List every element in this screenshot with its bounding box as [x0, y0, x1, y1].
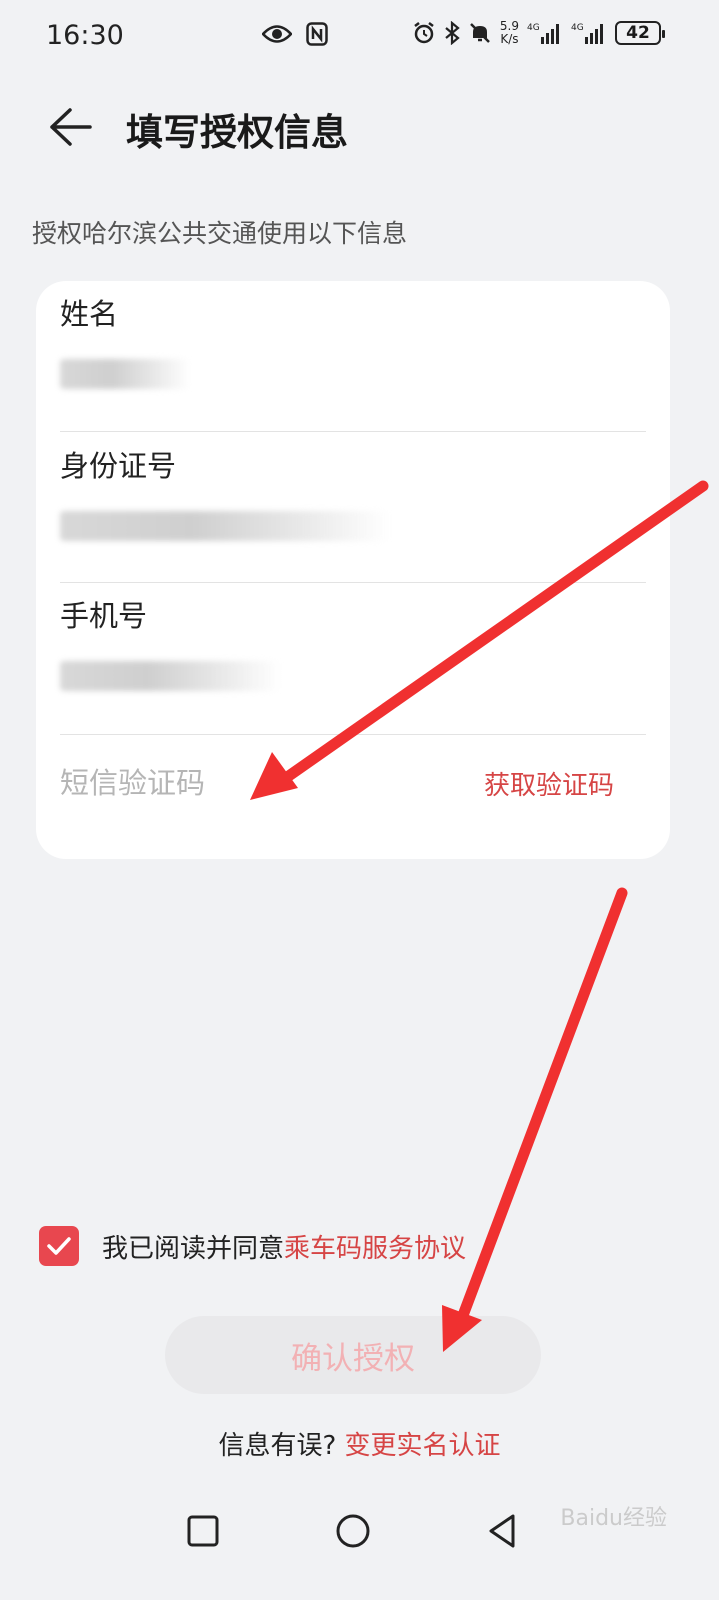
sim2-label: 4G — [571, 23, 584, 33]
header: 填写授权信息 — [0, 90, 719, 165]
arrow-to-confirm-icon — [442, 887, 628, 1352]
name-label: 姓名 — [60, 297, 119, 331]
auth-form-card: 姓名 身份证号 手机号 获取验证码 — [36, 281, 670, 859]
back-button[interactable] — [46, 104, 96, 150]
id-label: 身份证号 — [60, 449, 177, 483]
triangle-back-icon — [489, 1514, 515, 1548]
agreement-row: 我已阅读并同意 乘车码服务协议 — [39, 1226, 466, 1266]
battery-icon: 42 — [615, 21, 665, 45]
phone-field: 手机号 — [60, 593, 646, 699]
status-time: 16:30 — [46, 20, 124, 51]
error-question: 信息有误? — [218, 1431, 337, 1461]
eye-icon — [262, 23, 292, 45]
status-mid-icons — [262, 22, 328, 46]
service-agreement-link[interactable]: 乘车码服务协议 — [284, 1228, 466, 1265]
recents-button[interactable] — [183, 1511, 223, 1551]
signal-icon: 4G — [527, 21, 563, 45]
divider — [60, 431, 646, 432]
divider — [60, 582, 646, 583]
name-field: 姓名 — [60, 291, 646, 397]
back-nav-button[interactable] — [483, 1511, 523, 1551]
get-code-button[interactable]: 获取验证码 — [484, 765, 614, 802]
watermark: Baidu经验 — [560, 1506, 667, 1531]
phone-value — [60, 661, 646, 699]
square-icon — [187, 1515, 219, 1547]
sms-code-input[interactable] — [60, 761, 420, 805]
page-title: 填写授权信息 — [126, 111, 348, 154]
back-arrow-icon — [50, 108, 92, 146]
check-icon — [47, 1237, 71, 1255]
home-button[interactable] — [333, 1511, 373, 1551]
nfc-icon — [306, 22, 328, 46]
alarm-icon — [412, 21, 436, 45]
phone-label: 手机号 — [60, 599, 148, 633]
id-field: 身份证号 — [60, 443, 646, 549]
name-value — [60, 359, 646, 397]
circle-icon — [336, 1514, 370, 1548]
bluetooth-icon — [444, 21, 460, 45]
error-line: 信息有误? 变更实名认证 — [0, 1425, 719, 1462]
id-value — [60, 511, 646, 549]
divider — [60, 734, 646, 735]
agreement-text: 我已阅读并同意 — [102, 1233, 285, 1264]
status-bar: 16:30 5.9 K/s 4G 4G 42 — [0, 0, 719, 75]
signal-2-icon: 4G — [571, 21, 607, 45]
confirm-authorize-button[interactable]: 确认授权 — [165, 1316, 541, 1394]
net-speed-unit: K/s — [500, 32, 519, 46]
agreement-checkbox[interactable] — [39, 1226, 79, 1266]
net-speed: 5.9 K/s — [500, 20, 519, 46]
change-verification-link[interactable]: 变更实名认证 — [345, 1431, 501, 1461]
subtitle: 授权哈尔滨公共交通使用以下信息 — [32, 219, 408, 248]
mute-icon — [468, 21, 492, 45]
status-right-icons: 5.9 K/s 4G 4G 42 — [412, 20, 665, 46]
sim1-label: 4G — [527, 23, 540, 33]
